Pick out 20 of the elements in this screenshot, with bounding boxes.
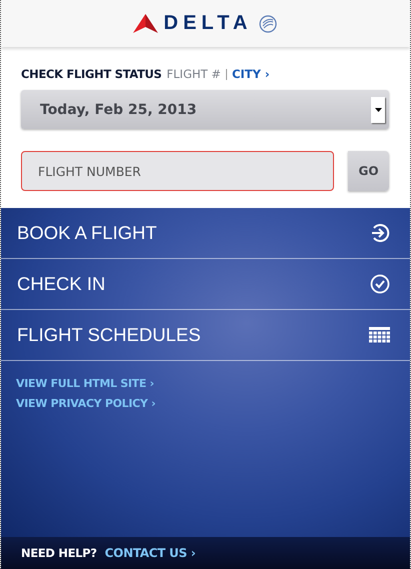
flight-number-field[interactable]: FLIGHT NUMBER [21,151,334,191]
menu-item[interactable]: FLIGHT SCHEDULES [1,310,410,361]
logo-text: DELTA [164,12,252,35]
arrow-circle-icon [370,223,390,243]
menu-item[interactable]: BOOK A FLIGHT [1,208,410,259]
caret-icon [374,108,382,112]
globe-icon [258,14,278,34]
date-select[interactable]: Today, Feb 25, 2013 [21,90,389,129]
footer-link[interactable]: VIEW FULL HTML SITE › [16,377,154,390]
search-mode-tab[interactable]: FLIGHT # [166,67,221,81]
check-circle-icon [370,274,390,294]
help-label: NEED HELP? [21,546,97,560]
calendar-grid-icon [369,327,390,343]
menu-item[interactable]: CHECK IN [1,259,410,310]
footer-link[interactable]: VIEW PRIVACY POLICY › [16,397,156,410]
search-mode-tab[interactable]: CITY › [232,67,270,81]
go-button[interactable]: GO [348,151,389,191]
triangle-logo-icon [132,14,158,33]
section-title: CHECK FLIGHT STATUS [21,67,162,81]
contact-link[interactable]: CONTACT US › [104,546,196,560]
